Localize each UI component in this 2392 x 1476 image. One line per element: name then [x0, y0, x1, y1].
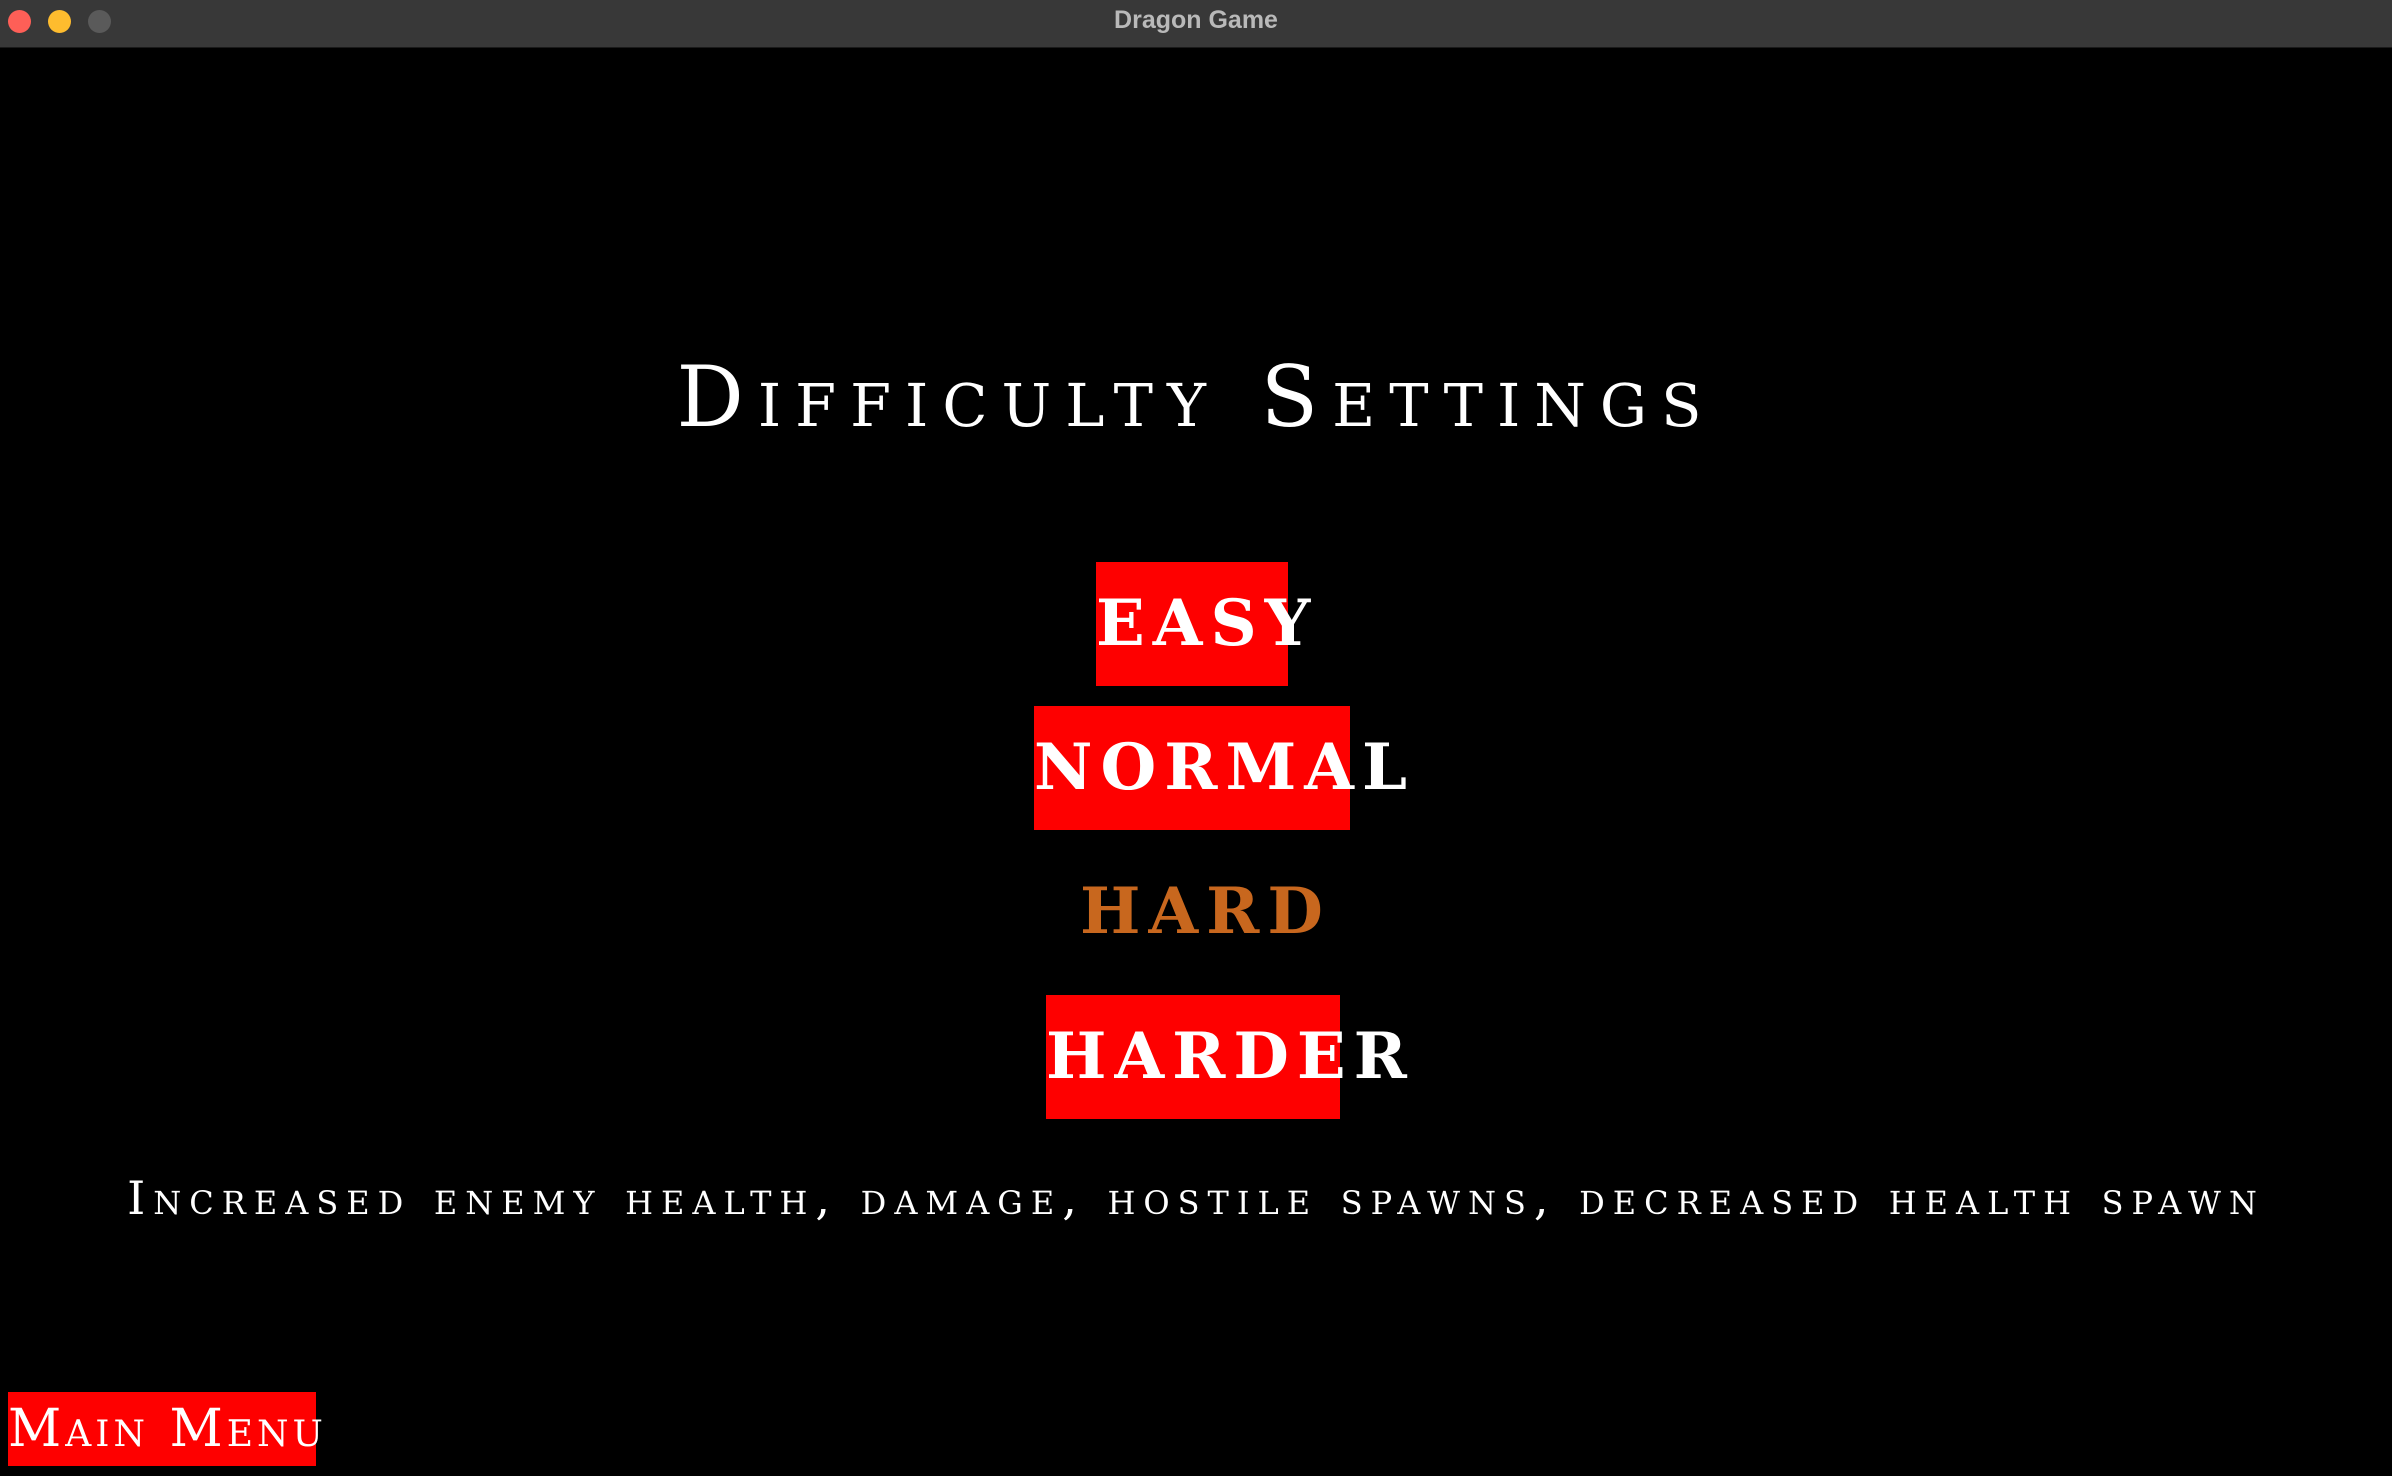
difficulty-harder-button[interactable]: HARDER — [1046, 995, 1407, 1119]
app-window: Dragon Game Difficulty Settings EASY NOR… — [0, 0, 2392, 1476]
difficulty-easy-button[interactable]: EASY — [1096, 562, 1310, 686]
main-menu-button[interactable]: Main Menu — [8, 1392, 323, 1466]
difficulty-description: Increased enemy health, damage, hostile … — [127, 1171, 2265, 1225]
window-title: Dragon Game — [1114, 6, 1278, 34]
title-bar: Dragon Game — [0, 0, 2392, 48]
difficulty-hard-button[interactable]: HARD — [1080, 850, 1323, 974]
difficulty-normal-button[interactable]: NORMAL — [1034, 706, 1407, 830]
game-canvas: Difficulty Settings EASY NORMAL HARD HAR… — [0, 48, 2392, 1476]
page-title: Difficulty Settings — [676, 348, 1716, 446]
